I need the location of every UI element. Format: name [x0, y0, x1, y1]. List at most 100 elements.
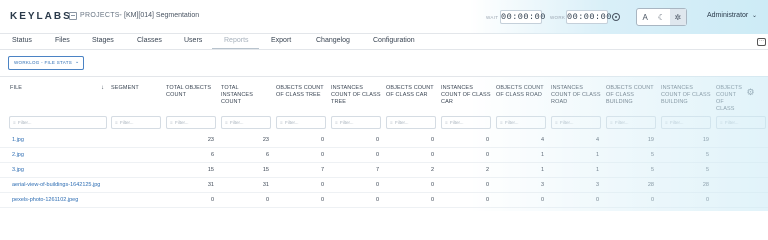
filter-icon: ≡: [390, 120, 393, 125]
record-timer-button[interactable]: [612, 13, 620, 21]
filter-placeholder: Filter...: [725, 120, 739, 125]
chevron-down-icon[interactable]: ⌄: [75, 59, 79, 65]
gear-icon[interactable]: ⚙: [746, 88, 755, 97]
cell-instances-building: 19: [702, 137, 709, 143]
cell-total-instances: 15: [262, 167, 269, 173]
tab-changelog[interactable]: Changelog: [316, 37, 350, 44]
filter-icon: ≡: [280, 120, 283, 125]
user-menu[interactable]: Administrator: [707, 12, 748, 19]
cell-instances-building: 5: [705, 167, 709, 173]
column-header-objects-road[interactable]: OBJECTS COUNT OF CLASS ROAD: [496, 85, 546, 99]
column-header-instances-car[interactable]: INSTANCES COUNT OF CLASS CAR: [441, 85, 491, 106]
filter-icon: ≡: [555, 120, 558, 125]
column-header-file[interactable]: FILE: [10, 85, 90, 92]
filter-input-objects-tree[interactable]: ≡ Filter...: [276, 116, 326, 129]
work-timer-label: WORK: [550, 15, 566, 20]
column-header-instances-building[interactable]: INSTANCES COUNT OF CLASS BUILDING: [661, 85, 711, 106]
column-header-objects-more[interactable]: OBJECTS COUNT OF CLASS: [716, 85, 742, 113]
sort-arrow-icon[interactable]: ↓: [101, 85, 104, 91]
cell-objects-car: 0: [430, 137, 434, 143]
filter-icon: ≡: [500, 120, 503, 125]
cell-total-instances: 6: [265, 152, 269, 158]
cell-objects-road: 1: [540, 152, 544, 158]
filter-input-objects-more[interactable]: ≡ Filter...: [716, 116, 766, 129]
tab-users[interactable]: Users: [184, 37, 202, 44]
tab-reports[interactable]: Reports: [224, 37, 249, 44]
cell-total-objects: 31: [207, 182, 214, 188]
table-row: aerial-view-of-buildings-1642125.jpg 31 …: [0, 178, 768, 193]
filter-placeholder: Filter...: [18, 120, 32, 125]
file-link[interactable]: aerial-view-of-buildings-1642125.jpg: [12, 182, 100, 188]
text-a-icon[interactable]: A: [637, 9, 653, 25]
filter-input-instances-tree[interactable]: ≡ Filter...: [331, 116, 381, 129]
cell-objects-car: 0: [430, 182, 434, 188]
filter-placeholder: Filter...: [450, 120, 464, 125]
cell-instances-road: 1: [595, 152, 599, 158]
filter-input-objects-building[interactable]: ≡ Filter...: [606, 116, 656, 129]
report-type-select[interactable]: WORKLOG - FILE STATS: [8, 56, 84, 70]
panel-toggle-icon[interactable]: ⋯: [757, 38, 766, 46]
cell-objects-road: 1: [540, 167, 544, 173]
filter-input-total-instances[interactable]: ≡ Filter...: [221, 116, 271, 129]
column-header-objects-tree[interactable]: OBJECTS COUNT OF CLASS TREE: [276, 85, 326, 99]
column-header-objects-building[interactable]: OBJECTS COUNT OF CLASS BUILDING: [606, 85, 656, 106]
column-header-segment[interactable]: SEGMENT: [111, 85, 161, 92]
main-tabs: Status Files Stages Classes Users Report…: [0, 34, 768, 50]
moon-icon[interactable]: ☾: [653, 9, 669, 25]
sun-icon[interactable]: ✲: [669, 9, 686, 25]
chevron-down-icon[interactable]: ⌄: [752, 12, 757, 19]
column-header-objects-car[interactable]: OBJECTS COUNT OF CLASS CAR: [386, 85, 436, 99]
cell-total-instances: 0: [265, 197, 269, 203]
cell-instances-tree: 7: [375, 167, 379, 173]
tab-classes[interactable]: Classes: [137, 37, 162, 44]
projects-link[interactable]: PROJECTS: [80, 12, 120, 19]
filter-input-instances-road[interactable]: ≡ Filter...: [551, 116, 601, 129]
app-logo[interactable]: KEYLABS: [10, 11, 72, 22]
filter-input-file[interactable]: ≡ Filter...: [9, 116, 107, 129]
tab-configuration[interactable]: Configuration: [373, 37, 415, 44]
file-link[interactable]: 2.jpg: [12, 152, 24, 158]
table-row: pexels-photo-1261102.jpeg 0 0 0 0 0 0 0 …: [0, 193, 768, 208]
filter-placeholder: Filter...: [615, 120, 629, 125]
filter-icon: ≡: [335, 120, 338, 125]
cell-total-objects: 15: [207, 167, 214, 173]
cell-objects-car: 2: [430, 167, 434, 173]
filter-input-total-objects[interactable]: ≡ Filter...: [166, 116, 216, 129]
cell-instances-road: 3: [595, 182, 599, 188]
projects-icon[interactable]: [69, 12, 77, 20]
tab-stages[interactable]: Stages: [92, 37, 114, 44]
filter-placeholder: Filter...: [230, 120, 244, 125]
column-header-instances-road[interactable]: INSTANCES COUNT OF CLASS ROAD: [551, 85, 601, 106]
filter-icon: ≡: [445, 120, 448, 125]
cell-objects-tree: 0: [320, 152, 324, 158]
column-header-instances-tree[interactable]: INSTANCES COUNT OF CLASS TREE: [331, 85, 381, 106]
filter-placeholder: Filter...: [395, 120, 409, 125]
cell-instances-building: 28: [702, 182, 709, 188]
filter-placeholder: Filter...: [175, 120, 189, 125]
top-bar: KEYLABS PROJECTS → [KM][014] Segmentatio…: [0, 0, 768, 34]
cell-objects-building: 0: [650, 197, 654, 203]
filter-icon: ≡: [13, 120, 16, 125]
filter-input-objects-car[interactable]: ≡ Filter...: [386, 116, 436, 129]
tab-status[interactable]: Status: [12, 37, 32, 44]
cell-objects-road: 4: [540, 137, 544, 143]
file-link[interactable]: pexels-photo-1261102.jpeg: [12, 197, 78, 203]
file-link[interactable]: 3.jpg: [12, 167, 24, 173]
filter-input-objects-road[interactable]: ≡ Filter...: [496, 116, 546, 129]
filter-input-instances-building[interactable]: ≡ Filter...: [661, 116, 711, 129]
tab-export[interactable]: Export: [271, 37, 291, 44]
breadcrumb-project-name[interactable]: [KM][014] Segmentation: [124, 12, 199, 19]
column-header-total-instances[interactable]: TOTAL INSTANCES COUNT: [221, 85, 271, 106]
filter-placeholder: Filter...: [560, 120, 574, 125]
filter-icon: ≡: [610, 120, 613, 125]
cell-instances-road: 0: [595, 197, 599, 203]
tab-files[interactable]: Files: [55, 37, 70, 44]
filter-input-instances-car[interactable]: ≡ Filter...: [441, 116, 491, 129]
cell-instances-road: 1: [595, 167, 599, 173]
cell-objects-tree: 0: [320, 182, 324, 188]
cell-instances-tree: 0: [375, 197, 379, 203]
column-header-total-objects[interactable]: TOTAL OBJECTS COUNT: [166, 85, 216, 99]
filter-input-segment[interactable]: ≡ Filter...: [111, 116, 161, 129]
file-link[interactable]: 1.jpg: [12, 137, 24, 143]
cell-instances-car: 2: [485, 167, 489, 173]
